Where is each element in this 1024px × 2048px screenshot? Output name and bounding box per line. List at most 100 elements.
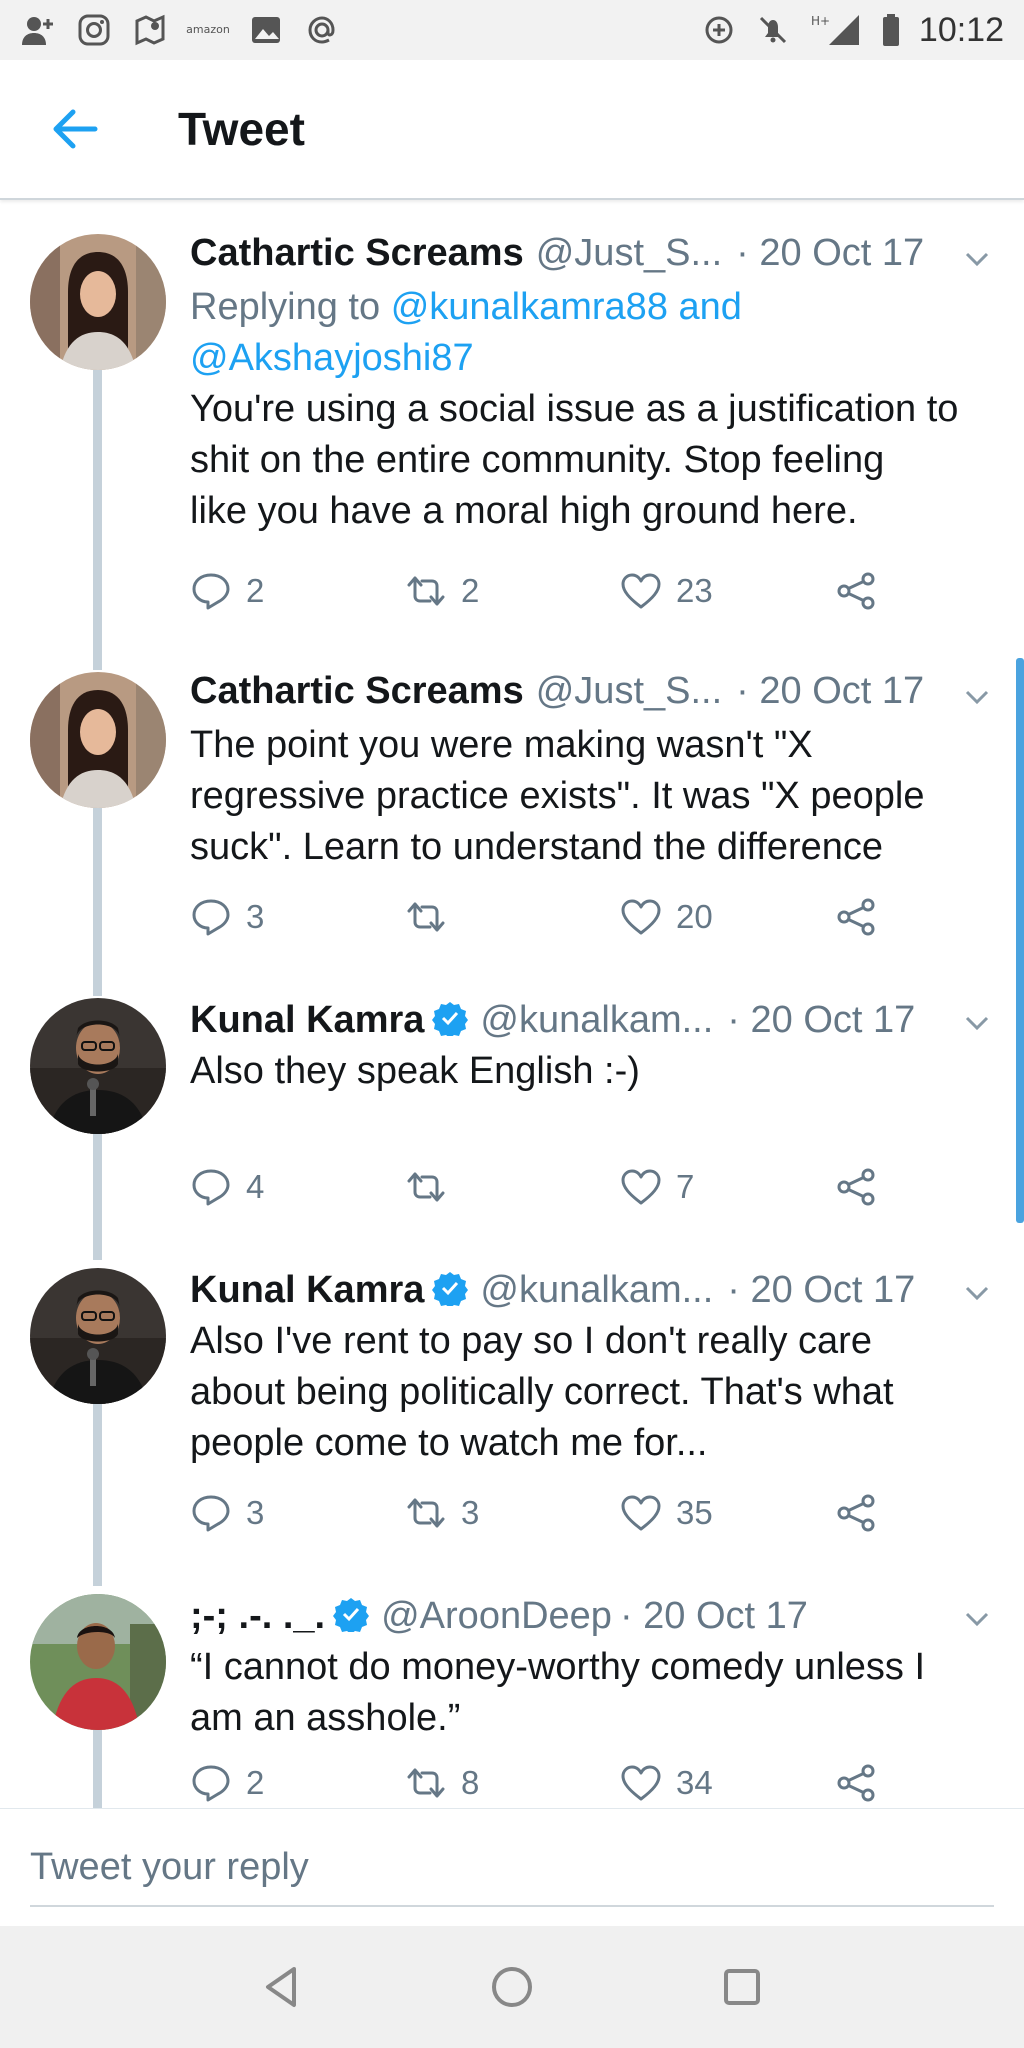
tweet-text-line: shit on the entire community. Stop feeli… xyxy=(190,439,885,481)
reply-button[interactable]: 2 xyxy=(190,570,264,612)
like-button[interactable]: 7 xyxy=(620,1166,694,1208)
share-button[interactable] xyxy=(835,570,877,612)
reply-icon xyxy=(192,1765,230,1802)
tweet[interactable]: ;-; .-. ._. @AroonDeep · 20 Oct 17 “I ca… xyxy=(0,1592,1024,1808)
tweet-actions: 3 20 xyxy=(190,892,890,942)
retweet-button[interactable] xyxy=(405,1166,461,1208)
tweet[interactable]: Kunal Kamra @kunalkam... · 20 Oct 17 Als… xyxy=(0,1266,1024,1586)
author-handle[interactable]: @kunalkam... xyxy=(480,1269,713,1312)
reply-button[interactable]: 3 xyxy=(190,896,264,938)
like-count: 34 xyxy=(676,1764,713,1801)
author-handle[interactable]: @Just_S... xyxy=(536,670,722,713)
thread-line xyxy=(93,808,102,988)
tweet-date: · 20 Oct 17 xyxy=(727,1269,916,1311)
tweet-header: Kunal Kamra @kunalkam... · 20 Oct 17 xyxy=(190,996,994,1046)
heart-icon xyxy=(621,573,661,609)
reply-button[interactable]: 2 xyxy=(190,1762,264,1804)
avatar[interactable] xyxy=(30,1594,166,1730)
chevron-down-icon[interactable] xyxy=(960,1602,994,1636)
network-type-label: H+ xyxy=(811,14,830,28)
author-name[interactable]: Cathartic Screams xyxy=(190,232,524,275)
author-name[interactable]: ;-; .-. ._. xyxy=(190,1595,325,1638)
reply-composer xyxy=(0,1808,1024,1926)
author-handle[interactable]: @AroonDeep xyxy=(381,1595,612,1638)
tweet[interactable]: Cathartic Screams @Just_S... · 20 Oct 17… xyxy=(0,232,1024,660)
retweet-button[interactable]: 2 xyxy=(405,570,479,612)
tweet-text-line: The point you were making wasn't "X xyxy=(190,724,813,766)
retweet-button[interactable]: 3 xyxy=(405,1492,479,1534)
nav-recents-button[interactable] xyxy=(702,1947,782,2027)
like-count: 7 xyxy=(676,1168,695,1205)
thread-line xyxy=(93,1730,102,1808)
tweet-text-line: am an asshole.” xyxy=(190,1697,461,1739)
avatar[interactable] xyxy=(30,1268,166,1404)
reply-button[interactable]: 3 xyxy=(190,1492,264,1534)
verified-badge-icon xyxy=(432,1002,469,1036)
share-button[interactable] xyxy=(835,896,877,938)
share-icon xyxy=(837,572,875,610)
share-icon xyxy=(837,1168,875,1206)
retweet-count: 2 xyxy=(461,572,480,609)
share-button[interactable] xyxy=(835,1492,877,1534)
avatar[interactable] xyxy=(30,672,166,808)
author-name[interactable]: Kunal Kamra xyxy=(190,1269,424,1312)
like-button[interactable]: 35 xyxy=(620,1492,713,1534)
replying-and[interactable]: and xyxy=(679,286,742,328)
mute-icon xyxy=(755,12,791,48)
nav-back-button[interactable] xyxy=(242,1947,322,2027)
tweet-text: “I cannot do money-worthy comedy unless … xyxy=(190,1642,994,1744)
verified-badge-icon xyxy=(432,1272,469,1306)
like-button[interactable]: 20 xyxy=(620,896,713,938)
tweet-date: · 20 Oct 17 xyxy=(619,1595,808,1637)
square-recents-icon xyxy=(724,1969,760,2005)
system-icons: H+ 10:12 xyxy=(701,11,1004,50)
reply-count: 3 xyxy=(246,898,265,935)
author-name[interactable]: Kunal Kamra xyxy=(190,999,424,1042)
tweet-text-line: “I cannot do money-worthy comedy unless … xyxy=(190,1646,926,1688)
reply-input[interactable] xyxy=(30,1829,994,1907)
retweet-icon xyxy=(407,576,445,606)
image-icon xyxy=(248,12,284,48)
system-nav-bar xyxy=(0,1926,1024,2048)
tweet-date: · 20 Oct 17 xyxy=(736,670,925,712)
mention-link[interactable]: @kunalkamra88 xyxy=(391,286,668,328)
tweet-actions: 3 3 35 xyxy=(190,1488,890,1538)
like-button[interactable]: 34 xyxy=(620,1762,713,1804)
retweet-button[interactable]: 8 xyxy=(405,1762,479,1804)
battery-icon xyxy=(881,12,901,48)
avatar[interactable] xyxy=(30,234,166,370)
thread-line xyxy=(93,1134,102,1260)
tweet-text: Also I've rent to pay so I don't really … xyxy=(190,1316,994,1469)
retweet-button[interactable] xyxy=(405,896,461,938)
reply-button[interactable]: 4 xyxy=(190,1166,264,1208)
data-saver-icon xyxy=(701,12,737,48)
mention-link[interactable]: @Akshayjoshi87 xyxy=(190,337,474,379)
chevron-down-icon[interactable] xyxy=(960,680,994,714)
tweet-header: Kunal Kamra @kunalkam... · 20 Oct 17 xyxy=(190,1266,994,1316)
tweet-text-line: You're using a social issue as a justifi… xyxy=(190,388,959,430)
like-button[interactable]: 23 xyxy=(620,570,713,612)
back-button[interactable] xyxy=(30,84,120,174)
author-handle[interactable]: @kunalkam... xyxy=(480,999,713,1042)
share-button[interactable] xyxy=(835,1762,877,1804)
share-button[interactable] xyxy=(835,1166,877,1208)
retweet-icon xyxy=(407,1498,445,1528)
like-count: 23 xyxy=(676,572,713,609)
nav-home-button[interactable] xyxy=(472,1947,552,2027)
circle-home-icon xyxy=(492,1967,532,2007)
app-header: Tweet xyxy=(0,60,1024,200)
tweet-actions: 2 2 23 xyxy=(190,566,890,616)
tweet-content: ;-; .-. ._. @AroonDeep · 20 Oct 17 “I ca… xyxy=(190,1592,994,1744)
retweet-icon xyxy=(407,1172,445,1202)
chevron-down-icon[interactable] xyxy=(960,1276,994,1310)
tweet[interactable]: Kunal Kamra @kunalkam... · 20 Oct 17 Als… xyxy=(0,988,1024,1260)
chevron-down-icon[interactable] xyxy=(960,242,994,276)
author-handle[interactable]: @Just_S... xyxy=(536,232,722,275)
tweet-header: ;-; .-. ._. @AroonDeep · 20 Oct 17 xyxy=(190,1592,994,1642)
author-name[interactable]: Cathartic Screams xyxy=(190,670,524,713)
tweet-header: Cathartic Screams @Just_S... · 20 Oct 17 xyxy=(190,232,994,282)
tweet-text: Also they speak English :-) xyxy=(190,1046,994,1097)
chevron-down-icon[interactable] xyxy=(960,1006,994,1040)
tweet[interactable]: Cathartic Screams @Just_S... · 20 Oct 17… xyxy=(0,488,1024,988)
avatar[interactable] xyxy=(30,998,166,1134)
